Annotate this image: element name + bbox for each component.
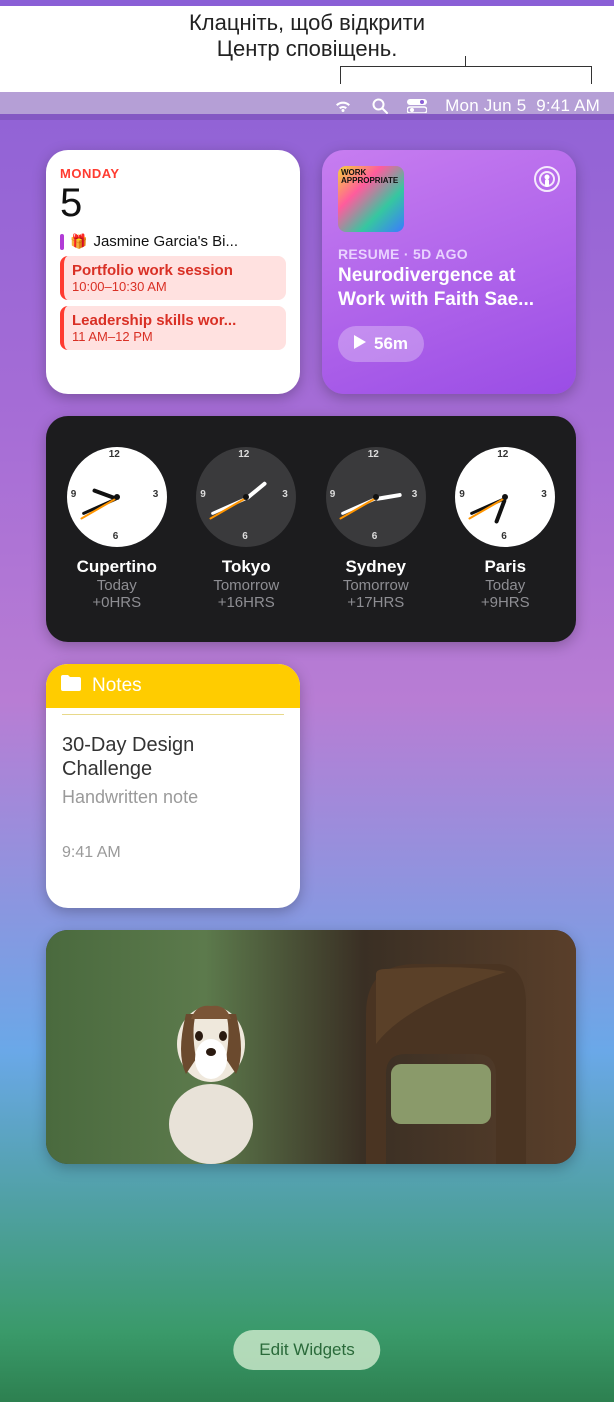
clock-face: 12369 xyxy=(67,447,167,547)
clock-day: Tomorrow xyxy=(213,577,279,594)
calendar-event-1-title: Portfolio work session xyxy=(72,262,278,279)
photos-widget[interactable] xyxy=(46,930,576,1164)
clock-day: Today xyxy=(97,577,137,594)
notes-subtitle: Handwritten note xyxy=(62,787,284,808)
calendar-birthday-row: 🎁 Jasmine Garcia's Bi... xyxy=(60,233,286,250)
menubar: Mon Jun 5 9:41 AM xyxy=(0,92,614,120)
play-icon xyxy=(354,334,366,354)
calendar-day-number: 5 xyxy=(60,183,286,223)
photo-chair xyxy=(346,954,546,1164)
clock-day: Tomorrow xyxy=(343,577,409,594)
menubar-date: Mon Jun 5 xyxy=(445,96,526,115)
clock-city: Sydney xyxy=(346,557,406,577)
notes-title: 30-Day Design Challenge xyxy=(62,733,284,781)
clock-tokyo: 12369 TokyoTomorrow+16HRS xyxy=(196,447,296,611)
clock-city: Tokyo xyxy=(222,557,271,577)
calendar-event-1: Portfolio work session 10:00–10:30 AM xyxy=(60,256,286,300)
clock-city: Paris xyxy=(484,557,526,577)
photo-dog xyxy=(136,964,286,1164)
widgets-area: MONDAY 5 🎁 Jasmine Garcia's Bi... Portfo… xyxy=(46,150,580,1164)
clock-face: 12369 xyxy=(196,447,296,547)
clock-offset: +17HRS xyxy=(347,594,404,611)
podcast-widget[interactable]: WORK APPROPRIATE RESUME · 5D AGO Neurodi… xyxy=(322,150,576,394)
menubar-time: 9:41 AM xyxy=(536,96,600,115)
callout-bracket xyxy=(340,66,592,84)
clock-sydney: 12369 SydneyTomorrow+17HRS xyxy=(326,447,426,611)
calendar-event-2-time: 11 AM–12 PM xyxy=(72,329,278,344)
notes-widget[interactable]: Notes 30-Day Design Challenge Handwritte… xyxy=(46,664,300,908)
clock-face: 12369 xyxy=(455,447,555,547)
podcast-meta: RESUME · 5D AGO xyxy=(338,246,560,262)
notes-header: Notes xyxy=(46,664,300,708)
podcasts-icon xyxy=(532,164,562,194)
menubar-datetime[interactable]: Mon Jun 5 9:41 AM xyxy=(445,96,600,116)
callout-line2: Центр сповіщень. xyxy=(0,36,614,62)
callout-line1: Клацніть, щоб відкрити xyxy=(0,10,614,36)
calendar-event-1-time: 10:00–10:30 AM xyxy=(72,279,278,294)
wifi-icon[interactable] xyxy=(333,98,353,114)
gift-icon: 🎁 xyxy=(70,233,87,250)
calendar-widget[interactable]: MONDAY 5 🎁 Jasmine Garcia's Bi... Portfo… xyxy=(46,150,300,394)
podcast-artwork: WORK APPROPRIATE xyxy=(338,166,404,232)
clock-offset: +9HRS xyxy=(481,594,530,611)
notes-time: 9:41 AM xyxy=(62,844,284,862)
edit-widgets-button[interactable]: Edit Widgets xyxy=(233,1330,380,1370)
calendar-birthday-text: Jasmine Garcia's Bi... xyxy=(93,233,238,250)
clock-paris: 12369 ParisToday+9HRS xyxy=(455,447,555,611)
folder-icon xyxy=(60,674,82,698)
podcast-art-label: WORK APPROPRIATE xyxy=(341,169,404,185)
clock-cupertino: 12369 CupertinoToday+0HRS xyxy=(67,447,167,611)
clock-city: Cupertino xyxy=(77,557,157,577)
clock-day: Today xyxy=(485,577,525,594)
podcast-duration: 56m xyxy=(374,334,408,354)
event-color-bar xyxy=(60,234,64,250)
calendar-day-label: MONDAY xyxy=(60,166,286,181)
spotlight-icon[interactable] xyxy=(371,97,389,115)
podcast-play-button[interactable]: 56m xyxy=(338,326,424,362)
notes-rule xyxy=(62,714,284,715)
clock-offset: +16HRS xyxy=(218,594,275,611)
podcast-title: Neurodivergence at Work with Faith Sae..… xyxy=(338,264,560,312)
calendar-event-2-title: Leadership skills wor... xyxy=(72,312,278,329)
clock-offset: +0HRS xyxy=(92,594,141,611)
notes-header-label: Notes xyxy=(92,675,142,697)
control-center-icon[interactable] xyxy=(407,99,427,113)
world-clock-widget[interactable]: 12369CupertinoToday+0HRS12369TokyoTomorr… xyxy=(46,416,576,642)
calendar-event-2: Leadership skills wor... 11 AM–12 PM xyxy=(60,306,286,350)
clock-face: 12369 xyxy=(326,447,426,547)
